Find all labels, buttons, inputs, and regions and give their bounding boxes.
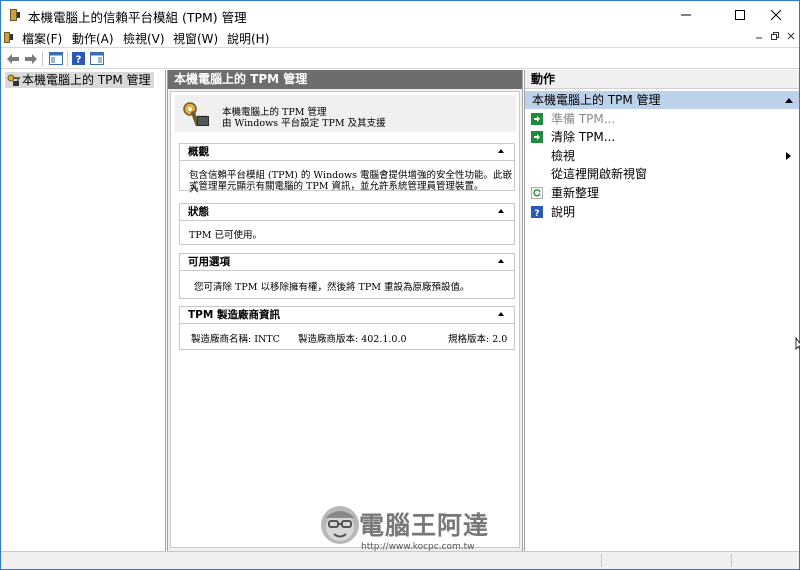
- watermark-mascot-logo: [321, 506, 359, 544]
- mdi-close-button[interactable]: [784, 31, 798, 44]
- collapse-caret-icon[interactable]: [498, 149, 504, 153]
- status-text: TPM 已可使用。: [189, 230, 262, 241]
- help-icon: ?: [72, 52, 85, 65]
- status-segment: [601, 554, 602, 567]
- action-refresh[interactable]: 重新整理: [529, 184, 797, 202]
- mdi-restore-button[interactable]: [768, 31, 782, 44]
- menu-window[interactable]: 視窗(W): [173, 30, 218, 47]
- actions-pane: 動作 本機電腦上的 TPM 管理 準備 TPM... 清除 TPM... 檢視 …: [524, 70, 799, 551]
- tree-item-tpm-management[interactable]: 本機電腦上的 TPM 管理: [5, 72, 154, 88]
- section-overview: 概觀 包含信賴平台模組 (TPM) 的 Windows 電腦會提供增強的安全性功…: [179, 143, 515, 195]
- action-label: 從這裡開啟新視窗: [551, 167, 648, 181]
- intro-subtitle: 由 Windows 平台設定 TPM 及其支援: [222, 118, 386, 129]
- collapse-caret-icon[interactable]: [785, 98, 793, 103]
- action-new-window[interactable]: 從這裡開啟新視窗: [529, 165, 797, 183]
- menu-file[interactable]: 檔案(F): [22, 30, 62, 47]
- action-help[interactable]: ? 說明: [529, 203, 797, 221]
- back-arrow-icon: [6, 53, 19, 64]
- action-label: 說明: [551, 205, 576, 219]
- section-header[interactable]: TPM 製造廠商資訊: [180, 307, 514, 324]
- action-label: 檢視: [551, 149, 576, 163]
- section-title: 概觀: [188, 146, 209, 158]
- menu-help[interactable]: 說明(H): [227, 30, 269, 47]
- status-segment: [731, 554, 732, 567]
- manufacturer-name: 製造廠商名稱: INTC: [191, 334, 280, 345]
- close-button[interactable]: [753, 1, 799, 29]
- section-header[interactable]: 狀態: [180, 204, 514, 221]
- minimize-icon: [756, 37, 762, 39]
- menu-action[interactable]: 動作(A): [72, 30, 114, 47]
- actions-group-title: 本機電腦上的 TPM 管理: [532, 93, 661, 107]
- options-text: 您可清除 TPM 以移除擁有權，然後將 TPM 重設為原廠預設值。: [194, 282, 470, 293]
- svg-text:?: ?: [76, 55, 82, 66]
- show-hide-console-tree-icon: [48, 52, 63, 65]
- section-manufacturer-info: TPM 製造廠商資訊 製造廠商名稱: INTC 製造廠商版本: 402.1.0.…: [179, 306, 515, 350]
- toolbar-separator: [42, 51, 43, 66]
- section-header[interactable]: 概觀: [180, 144, 514, 161]
- maximize-icon: [735, 10, 745, 20]
- spec-version: 規格版本: 2.0: [448, 334, 508, 345]
- window-title: 本機電腦上的信賴平台模組 (TPM) 管理: [28, 10, 247, 25]
- toolbar: ?: [1, 47, 799, 69]
- submenu-arrow-icon: [786, 152, 791, 160]
- show-hide-tree-button[interactable]: [47, 50, 64, 67]
- actions-group-header[interactable]: 本機電腦上的 TPM 管理: [525, 91, 799, 109]
- results-pane-header: 本機電腦上的 TPM 管理: [168, 70, 522, 89]
- minimize-button[interactable]: [663, 1, 709, 29]
- minimize-icon: [681, 14, 691, 16]
- app-menu-icon[interactable]: [3, 31, 15, 44]
- tpm-key-icon: [7, 74, 20, 86]
- action-label: 清除 TPM...: [551, 130, 616, 144]
- collapse-caret-icon[interactable]: [498, 312, 504, 316]
- forward-button[interactable]: [22, 50, 39, 67]
- section-title: 狀態: [188, 206, 209, 218]
- show-action-pane-button[interactable]: [88, 50, 105, 67]
- tpm-key-icon: [183, 102, 209, 127]
- action-prepare-tpm[interactable]: 準備 TPM...: [529, 110, 797, 128]
- section-status: 狀態 TPM 已可使用。: [179, 203, 515, 245]
- menu-bar: 檔案(F) 動作(A) 檢視(V) 視窗(W) 說明(H): [1, 28, 799, 47]
- clear-tpm-icon: [531, 131, 543, 143]
- overview-line-2: 式管理單元顯示有關電腦的 TPM 資訊，並允許系統管理員管理裝置。: [189, 181, 484, 192]
- section-title: TPM 製造廠商資訊: [188, 309, 280, 321]
- refresh-icon: [531, 187, 543, 199]
- prepare-tpm-icon: [531, 113, 543, 125]
- help-icon: ?: [531, 206, 543, 218]
- manufacturer-version: 製造廠商版本: 402.1.0.0: [298, 334, 407, 345]
- console-tree: 本機電腦上的 TPM 管理: [1, 70, 166, 551]
- intro-banner: 本機電腦上的 TPM 管理 由 Windows 平台設定 TPM 及其支援: [175, 95, 516, 132]
- toolbar-separator: [67, 51, 68, 66]
- tree-item-label: 本機電腦上的 TPM 管理: [22, 73, 151, 87]
- action-view[interactable]: 檢視: [529, 147, 797, 165]
- action-label: 重新整理: [551, 186, 600, 200]
- mdi-minimize-button[interactable]: [752, 31, 766, 44]
- watermark-url: http://www.kocpc.com.tw: [361, 542, 475, 552]
- resize-cursor-icon: [795, 337, 800, 350]
- mmc-window: 本機電腦上的信賴平台模組 (TPM) 管理 檔案(F) 動作(A) 檢視(V) …: [0, 0, 800, 570]
- collapse-caret-icon[interactable]: [498, 209, 504, 213]
- results-pane: 本機電腦上的 TPM 管理 本機電腦上的 TPM 管理 由 Windows 平台…: [167, 70, 523, 551]
- action-clear-tpm[interactable]: 清除 TPM...: [529, 128, 797, 146]
- help-button[interactable]: ?: [70, 50, 87, 67]
- watermark: 電腦王阿達 http://www.kocpc.com.tw: [319, 504, 494, 554]
- collapse-caret-icon[interactable]: [498, 259, 504, 263]
- restore-icon: [771, 32, 779, 40]
- svg-text:?: ?: [534, 209, 539, 218]
- section-header[interactable]: 可用選項: [180, 254, 514, 271]
- menu-view[interactable]: 檢視(V): [123, 30, 165, 47]
- action-label: 準備 TPM...: [551, 112, 616, 126]
- close-icon: [787, 32, 795, 40]
- back-button[interactable]: [4, 50, 21, 67]
- results-pane-body: 本機電腦上的 TPM 管理 由 Windows 平台設定 TPM 及其支援 概觀…: [170, 91, 520, 548]
- title-bar[interactable]: 本機電腦上的信賴平台模組 (TPM) 管理: [1, 1, 799, 29]
- forward-arrow-icon: [24, 53, 37, 64]
- section-available-options: 可用選項 您可清除 TPM 以移除擁有權，然後將 TPM 重設為原廠預設值。: [179, 253, 515, 299]
- tpm-chip-icon: [10, 9, 20, 21]
- actions-header: 動作: [525, 70, 799, 89]
- close-icon: [771, 10, 781, 20]
- show-action-pane-icon: [89, 52, 104, 65]
- section-title: 可用選項: [188, 256, 230, 268]
- watermark-brand: 電腦王阿達: [359, 511, 490, 540]
